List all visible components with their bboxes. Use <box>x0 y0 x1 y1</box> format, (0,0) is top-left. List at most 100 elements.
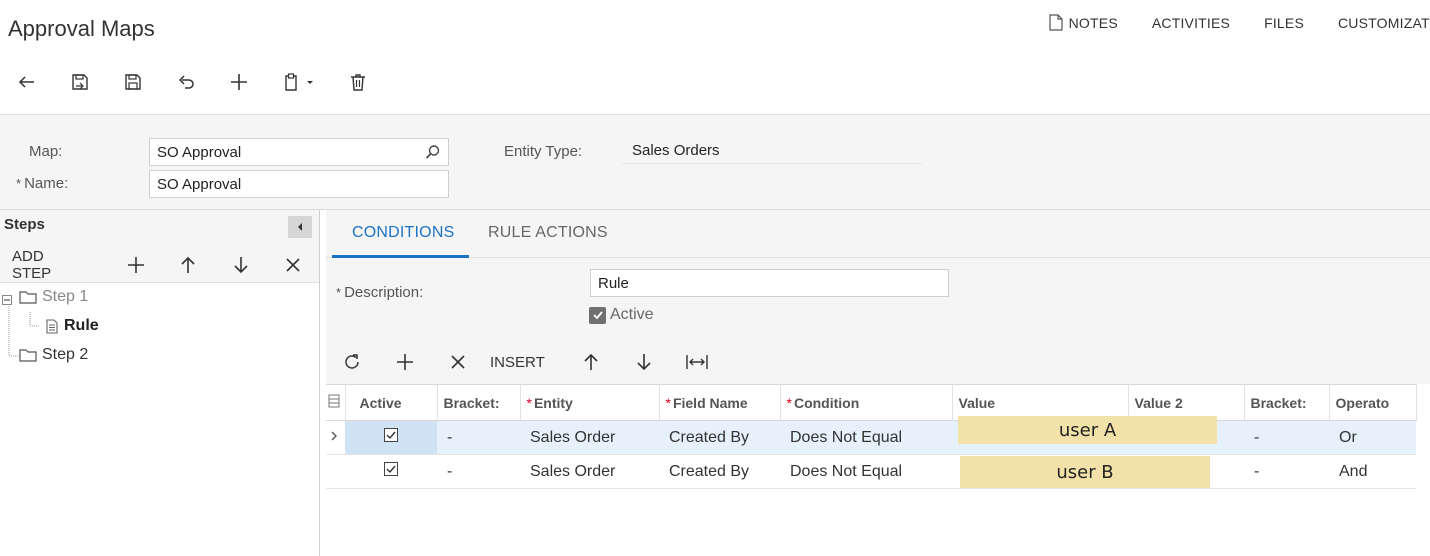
fit-columns-button[interactable] <box>671 350 724 374</box>
back-icon <box>18 76 34 88</box>
column-header-operator[interactable]: Operato <box>1329 384 1417 421</box>
add-step-icon-button[interactable] <box>110 253 162 277</box>
steps-toolbar: ADD STEP <box>12 248 319 282</box>
row-selector[interactable] <box>326 454 345 489</box>
checkbox-checked-icon <box>589 306 606 324</box>
caret-left-icon <box>298 223 302 231</box>
tab-conditions[interactable]: CONDITIONS <box>352 224 454 242</box>
add-icon <box>128 257 145 273</box>
cell-condition[interactable]: Does Not Equal <box>780 454 952 489</box>
cell-bracket-open[interactable]: - <box>437 420 520 455</box>
grid-header-row: Active Bracket: * Entity * Field Name * Con… <box>326 384 1417 421</box>
add-row-button[interactable] <box>378 350 431 374</box>
move-up-row-button[interactable] <box>565 350 618 374</box>
cell-entity[interactable]: Sales Order <box>520 454 659 489</box>
move-up-button[interactable] <box>162 253 214 277</box>
cell-bracket-close[interactable]: - <box>1244 420 1329 455</box>
chevron-right-icon <box>331 431 337 440</box>
copy-paste-button[interactable] <box>265 64 331 100</box>
notes-link[interactable]: NOTES <box>1049 14 1118 31</box>
column-header-field-name[interactable]: * Field Name <box>659 384 781 421</box>
column-header-label: Field Name <box>672 394 748 411</box>
move-down-button[interactable] <box>215 253 267 277</box>
cell-condition[interactable]: Does Not Equal <box>780 420 952 455</box>
column-header-entity[interactable]: * Entity <box>520 384 660 421</box>
tree-node-label: Rule <box>64 317 99 334</box>
grid-toolbar: INSERT <box>340 350 724 374</box>
save-button[interactable] <box>106 64 159 100</box>
column-header-active[interactable]: Active <box>345 384 438 421</box>
search-icon[interactable] <box>425 144 441 160</box>
tab-bar: CONDITIONS RULE ACTIONS <box>326 210 1430 258</box>
column-header-label: Condition <box>793 394 860 411</box>
header-form: Map: SO Approval * Name: SO Approval Enti… <box>0 114 1430 210</box>
description-field[interactable]: Rule <box>590 269 949 297</box>
add-step-button[interactable]: ADD STEP <box>12 248 86 282</box>
cell-bracket-close[interactable]: - <box>1244 454 1329 489</box>
cell-operator[interactable]: Or <box>1329 420 1416 455</box>
active-label: Active <box>610 306 654 323</box>
arrow-up-icon <box>584 353 598 370</box>
close-icon <box>450 355 465 369</box>
arrow-up-icon <box>181 256 195 273</box>
main-toolbar <box>0 64 384 100</box>
close-icon <box>286 258 300 272</box>
cell-field-name[interactable]: Created By <box>659 420 780 455</box>
tab-rule-actions[interactable]: RULE ACTIONS <box>488 224 608 242</box>
value-highlight: user A <box>958 416 1217 444</box>
activities-link[interactable]: ACTIVITIES <box>1152 14 1230 31</box>
collapse-node-toggle[interactable] <box>2 292 16 306</box>
description-value: Rule <box>598 274 629 292</box>
minus-box-icon <box>2 295 12 305</box>
document-icon <box>46 318 58 334</box>
cell-bracket-open[interactable]: - <box>437 454 520 489</box>
add-button[interactable] <box>212 64 265 100</box>
checkbox-checked-icon <box>384 428 398 442</box>
tree-node-label: Step 2 <box>42 346 89 363</box>
checkbox-checked-icon <box>384 462 398 476</box>
column-header-bracket-open[interactable]: Bracket: <box>437 384 521 421</box>
copy-paste-icon <box>285 73 297 91</box>
arrow-down-icon <box>234 257 248 274</box>
column-header-condition[interactable]: * Condition <box>780 384 953 421</box>
cell-entity[interactable]: Sales Order <box>520 420 659 455</box>
undo-button[interactable] <box>159 64 212 100</box>
column-header-bracket-close[interactable]: Bracket: <box>1244 384 1330 421</box>
cell-operator[interactable]: And <box>1329 454 1416 489</box>
active-checkbox[interactable]: Active <box>589 306 654 324</box>
undo-icon <box>178 75 194 89</box>
required-marker: * <box>526 394 532 411</box>
files-link[interactable]: FILES <box>1264 14 1304 31</box>
cell-active[interactable] <box>345 454 437 489</box>
required-marker: * <box>786 394 792 411</box>
move-down-row-button[interactable] <box>618 350 671 374</box>
folder-icon <box>19 349 37 362</box>
page-title: Approval Maps <box>8 16 155 41</box>
back-button[interactable] <box>0 64 53 100</box>
folder-icon <box>19 291 37 304</box>
map-field[interactable]: SO Approval <box>149 138 449 166</box>
save-and-close-button[interactable] <box>53 64 106 100</box>
cell-active[interactable] <box>345 420 437 455</box>
tree-node-step-1[interactable]: Step 1 <box>19 288 88 306</box>
insert-button[interactable]: INSERT <box>484 354 565 371</box>
table-row[interactable]: - Sales Order Created By Does Not Equal … <box>326 420 1416 455</box>
description-label: Description: <box>344 284 424 301</box>
delete-step-button[interactable] <box>267 253 319 277</box>
delete-icon <box>350 74 365 91</box>
tree-node-step-2[interactable]: Step 2 <box>19 346 88 364</box>
delete-row-button[interactable] <box>431 350 484 374</box>
table-row[interactable]: - Sales Order Created By Does Not Equal … <box>326 454 1416 489</box>
add-icon <box>230 74 247 90</box>
row-selector[interactable] <box>326 420 345 455</box>
tree-node-rule[interactable]: Rule <box>45 317 99 335</box>
name-field[interactable]: SO Approval <box>149 170 449 198</box>
row-selector-header[interactable] <box>326 384 346 421</box>
name-value: SO Approval <box>157 175 242 193</box>
customization-link[interactable]: CUSTOMIZAT <box>1338 14 1430 31</box>
delete-button[interactable] <box>331 64 384 100</box>
cell-field-name[interactable]: Created By <box>659 454 780 489</box>
refresh-button[interactable] <box>340 350 364 374</box>
name-label-wrap: * Name: <box>16 175 68 192</box>
collapse-panel-button[interactable] <box>288 216 312 238</box>
